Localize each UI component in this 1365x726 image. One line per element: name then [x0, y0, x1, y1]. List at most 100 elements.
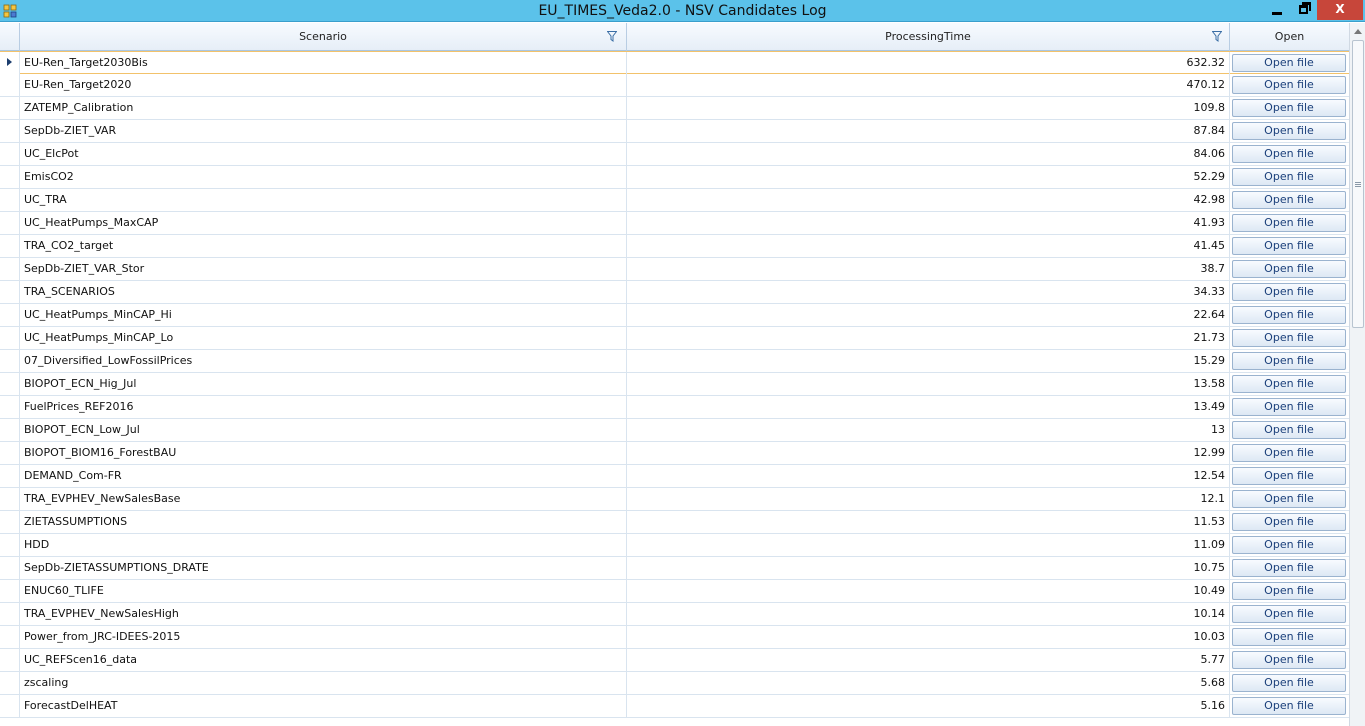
- restore-button[interactable]: [1290, 0, 1317, 20]
- minimize-button[interactable]: [1264, 0, 1290, 20]
- scenario-cell[interactable]: ENUC60_TLIFE: [20, 580, 627, 602]
- open-file-button[interactable]: Open file: [1232, 214, 1346, 232]
- open-file-button[interactable]: Open file: [1232, 697, 1346, 715]
- open-file-button[interactable]: Open file: [1232, 168, 1346, 186]
- scenario-cell[interactable]: UC_HeatPumps_MinCAP_Hi: [20, 304, 627, 326]
- scenario-cell[interactable]: FuelPrices_REF2016: [20, 396, 627, 418]
- scenario-cell[interactable]: EmisCO2: [20, 166, 627, 188]
- open-file-button[interactable]: Open file: [1232, 54, 1346, 72]
- table-row[interactable]: TRA_EVPHEV_NewSalesBase 12.1 Open file: [0, 488, 1349, 511]
- table-row[interactable]: UC_ElcPot 84.06 Open file: [0, 143, 1349, 166]
- row-selector[interactable]: [0, 557, 20, 579]
- table-row[interactable]: UC_REFScen16_data 5.77 Open file: [0, 649, 1349, 672]
- open-file-button[interactable]: Open file: [1232, 651, 1346, 669]
- processing-time-cell[interactable]: 41.45: [627, 235, 1230, 257]
- row-selector[interactable]: [0, 258, 20, 280]
- row-selector[interactable]: [0, 626, 20, 648]
- scenario-cell[interactable]: EU-Ren_Target2020: [20, 74, 627, 96]
- row-selector[interactable]: [0, 212, 20, 234]
- open-file-button[interactable]: Open file: [1232, 352, 1346, 370]
- row-selector[interactable]: [0, 396, 20, 418]
- processing-time-cell[interactable]: 5.77: [627, 649, 1230, 671]
- open-file-button[interactable]: Open file: [1232, 283, 1346, 301]
- scenario-cell[interactable]: TRA_SCENARIOS: [20, 281, 627, 303]
- table-row[interactable]: UC_TRA 42.98 Open file: [0, 189, 1349, 212]
- scenario-cell[interactable]: UC_REFScen16_data: [20, 649, 627, 671]
- filter-icon[interactable]: [1212, 31, 1222, 42]
- open-file-button[interactable]: Open file: [1232, 490, 1346, 508]
- row-selector[interactable]: [0, 189, 20, 211]
- scenario-cell[interactable]: UC_ElcPot: [20, 143, 627, 165]
- open-file-button[interactable]: Open file: [1232, 237, 1346, 255]
- scenario-cell[interactable]: TRA_CO2_target: [20, 235, 627, 257]
- processing-time-cell[interactable]: 42.98: [627, 189, 1230, 211]
- open-file-button[interactable]: Open file: [1232, 375, 1346, 393]
- row-selector[interactable]: [0, 166, 20, 188]
- scenario-cell[interactable]: UC_TRA: [20, 189, 627, 211]
- filter-icon[interactable]: [607, 31, 617, 42]
- row-selector[interactable]: [0, 695, 20, 717]
- processing-time-cell[interactable]: 38.7: [627, 258, 1230, 280]
- table-row[interactable]: ForecastDelHEAT 5.16 Open file: [0, 695, 1349, 718]
- scenario-cell[interactable]: BIOPOT_ECN_Hig_Jul: [20, 373, 627, 395]
- table-row[interactable]: EU-Ren_Target2020 470.12 Open file: [0, 74, 1349, 97]
- open-file-button[interactable]: Open file: [1232, 398, 1346, 416]
- open-file-button[interactable]: Open file: [1232, 582, 1346, 600]
- scenario-cell[interactable]: BIOPOT_BIOM16_ForestBAU: [20, 442, 627, 464]
- table-row[interactable]: UC_HeatPumps_MinCAP_Hi 22.64 Open file: [0, 304, 1349, 327]
- row-selector[interactable]: [0, 672, 20, 694]
- scenario-cell[interactable]: ZATEMP_Calibration: [20, 97, 627, 119]
- processing-time-cell[interactable]: 12.99: [627, 442, 1230, 464]
- scenario-cell[interactable]: DEMAND_Com-FR: [20, 465, 627, 487]
- row-selector[interactable]: [0, 534, 20, 556]
- row-selector[interactable]: [0, 281, 20, 303]
- processing-time-cell[interactable]: 5.68: [627, 672, 1230, 694]
- vertical-scrollbar[interactable]: [1349, 23, 1365, 726]
- scenario-cell[interactable]: HDD: [20, 534, 627, 556]
- table-row[interactable]: SepDb-ZIETASSUMPTIONS_DRATE 10.75 Open fil…: [0, 557, 1349, 580]
- processing-time-cell[interactable]: 13.58: [627, 373, 1230, 395]
- open-file-button[interactable]: Open file: [1232, 99, 1346, 117]
- processing-time-cell[interactable]: 21.73: [627, 327, 1230, 349]
- open-file-button[interactable]: Open file: [1232, 306, 1346, 324]
- scenario-cell[interactable]: 07_Diversified_LowFossilPrices: [20, 350, 627, 372]
- processing-time-cell[interactable]: 52.29: [627, 166, 1230, 188]
- row-selector[interactable]: [0, 419, 20, 441]
- row-selector[interactable]: [0, 488, 20, 510]
- scenario-cell[interactable]: SepDb-ZIETASSUMPTIONS_DRATE: [20, 557, 627, 579]
- processing-time-cell[interactable]: 15.29: [627, 350, 1230, 372]
- scenario-cell[interactable]: UC_HeatPumps_MinCAP_Lo: [20, 327, 627, 349]
- open-file-button[interactable]: Open file: [1232, 329, 1346, 347]
- open-file-button[interactable]: Open file: [1232, 559, 1346, 577]
- row-selector[interactable]: [0, 373, 20, 395]
- row-selector[interactable]: [0, 97, 20, 119]
- processing-time-cell[interactable]: 11.09: [627, 534, 1230, 556]
- scrollbar-thumb[interactable]: [1352, 40, 1364, 328]
- open-file-button[interactable]: Open file: [1232, 260, 1346, 278]
- open-file-button[interactable]: Open file: [1232, 76, 1346, 94]
- table-row[interactable]: BIOPOT_ECN_Low_Jul 13 Open file: [0, 419, 1349, 442]
- row-selector[interactable]: [0, 52, 20, 74]
- open-file-button[interactable]: Open file: [1232, 467, 1346, 485]
- open-file-button[interactable]: Open file: [1232, 605, 1346, 623]
- processing-time-cell[interactable]: 10.75: [627, 557, 1230, 579]
- row-selector[interactable]: [0, 120, 20, 142]
- table-row[interactable]: ENUC60_TLIFE 10.49 Open file: [0, 580, 1349, 603]
- processing-time-cell[interactable]: 109.8: [627, 97, 1230, 119]
- table-row[interactable]: SepDb-ZIET_VAR 87.84 Open file: [0, 120, 1349, 143]
- table-row[interactable]: FuelPrices_REF2016 13.49 Open file: [0, 396, 1349, 419]
- row-selector[interactable]: [0, 327, 20, 349]
- table-row[interactable]: BIOPOT_BIOM16_ForestBAU 12.99 Open file: [0, 442, 1349, 465]
- table-row[interactable]: 07_Diversified_LowFossilPrices 15.29 Open …: [0, 350, 1349, 373]
- scenario-cell[interactable]: SepDb-ZIET_VAR_Stor: [20, 258, 627, 280]
- row-selector[interactable]: [0, 511, 20, 533]
- scenario-cell[interactable]: BIOPOT_ECN_Low_Jul: [20, 419, 627, 441]
- scenario-cell[interactable]: EU-Ren_Target2030Bis: [20, 52, 627, 74]
- processing-time-cell[interactable]: 13.49: [627, 396, 1230, 418]
- app-icon[interactable]: [3, 4, 17, 18]
- scenario-cell[interactable]: zscaling: [20, 672, 627, 694]
- processing-time-cell[interactable]: 87.84: [627, 120, 1230, 142]
- open-file-button[interactable]: Open file: [1232, 191, 1346, 209]
- processing-time-cell[interactable]: 10.49: [627, 580, 1230, 602]
- row-selector[interactable]: [0, 350, 20, 372]
